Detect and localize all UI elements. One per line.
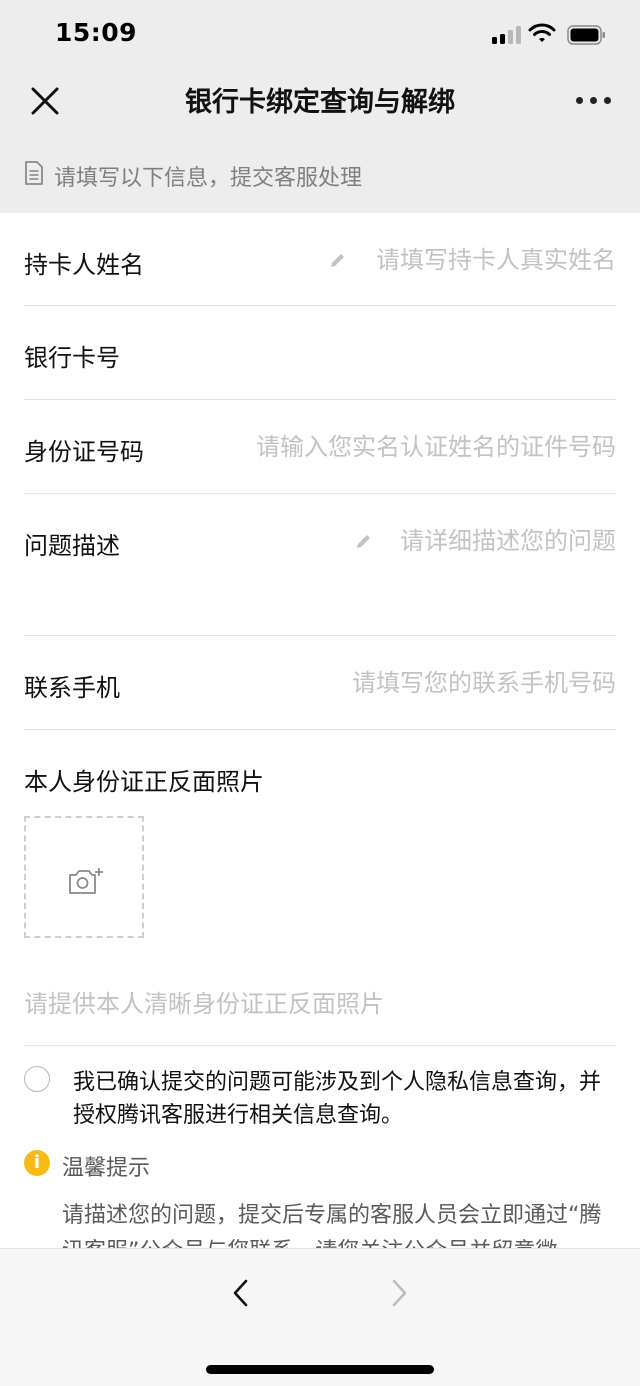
pencil-icon — [357, 535, 370, 548]
tip-title: 温馨提示 — [62, 1156, 151, 1181]
description-label: 问题描述 — [24, 532, 120, 560]
form-document-icon — [25, 161, 43, 185]
close-icon[interactable] — [28, 84, 62, 118]
phone-row: 联系手机 — [24, 636, 616, 730]
info-banner-text: 请填写以下信息，提交客服处理 — [54, 166, 363, 191]
tip-body-text: 请描述您的问题，提交后专属的客服人员会立即通过“腾讯客服”公众号与您联系，请您关… — [62, 1203, 602, 1248]
id-number-label: 身份证号码 — [24, 438, 144, 466]
cardholder-row: 持卡人姓名 — [24, 213, 616, 306]
phone-input[interactable] — [276, 664, 616, 702]
id-number-row: 身份证号码 — [24, 400, 616, 494]
cellular-signal-icon — [492, 26, 522, 44]
info-icon: i — [24, 1150, 50, 1176]
more-options-icon[interactable] — [574, 92, 614, 108]
cardholder-input[interactable] — [351, 241, 616, 279]
back-arrow-icon[interactable] — [228, 1277, 254, 1309]
nav-bar: 银行卡绑定查询与解绑 — [0, 66, 640, 136]
photo-upload-button[interactable] — [24, 816, 144, 938]
divider — [24, 1045, 616, 1046]
id-number-input[interactable] — [216, 428, 616, 466]
add-photo-camera-icon — [69, 868, 103, 894]
status-time: 15:09 — [55, 18, 138, 47]
pencil-icon — [331, 254, 344, 267]
id-photo-label: 本人身份证正反面照片 — [24, 768, 264, 796]
info-banner: 请填写以下信息，提交客服处理 — [0, 136, 640, 213]
home-indicator — [206, 1365, 434, 1374]
cardholder-label: 持卡人姓名 — [24, 251, 144, 279]
card-number-label: 银行卡号 — [24, 344, 120, 372]
description-row: 问题描述 — [24, 494, 616, 636]
page-title: 银行卡绑定查询与解绑 — [185, 87, 455, 118]
photo-hint-text: 请提供本人清晰身份证正反面照片 — [24, 990, 384, 1018]
consent-text: 我已确认提交的问题可能涉及到个人隐私信息查询，并授权腾讯客服进行相关信息查询。 — [73, 1070, 602, 1128]
card-number-row: 银行卡号 — [24, 306, 616, 400]
status-bar: 15:09 — [0, 0, 640, 66]
battery-icon — [567, 25, 605, 45]
forward-arrow-icon[interactable] — [386, 1277, 412, 1309]
card-number-input[interactable] — [176, 334, 616, 372]
description-input[interactable] — [376, 522, 616, 560]
bottom-toolbar — [0, 1248, 640, 1386]
wifi-icon — [528, 23, 556, 42]
phone-label: 联系手机 — [24, 674, 120, 702]
consent-checkbox[interactable] — [24, 1066, 50, 1092]
